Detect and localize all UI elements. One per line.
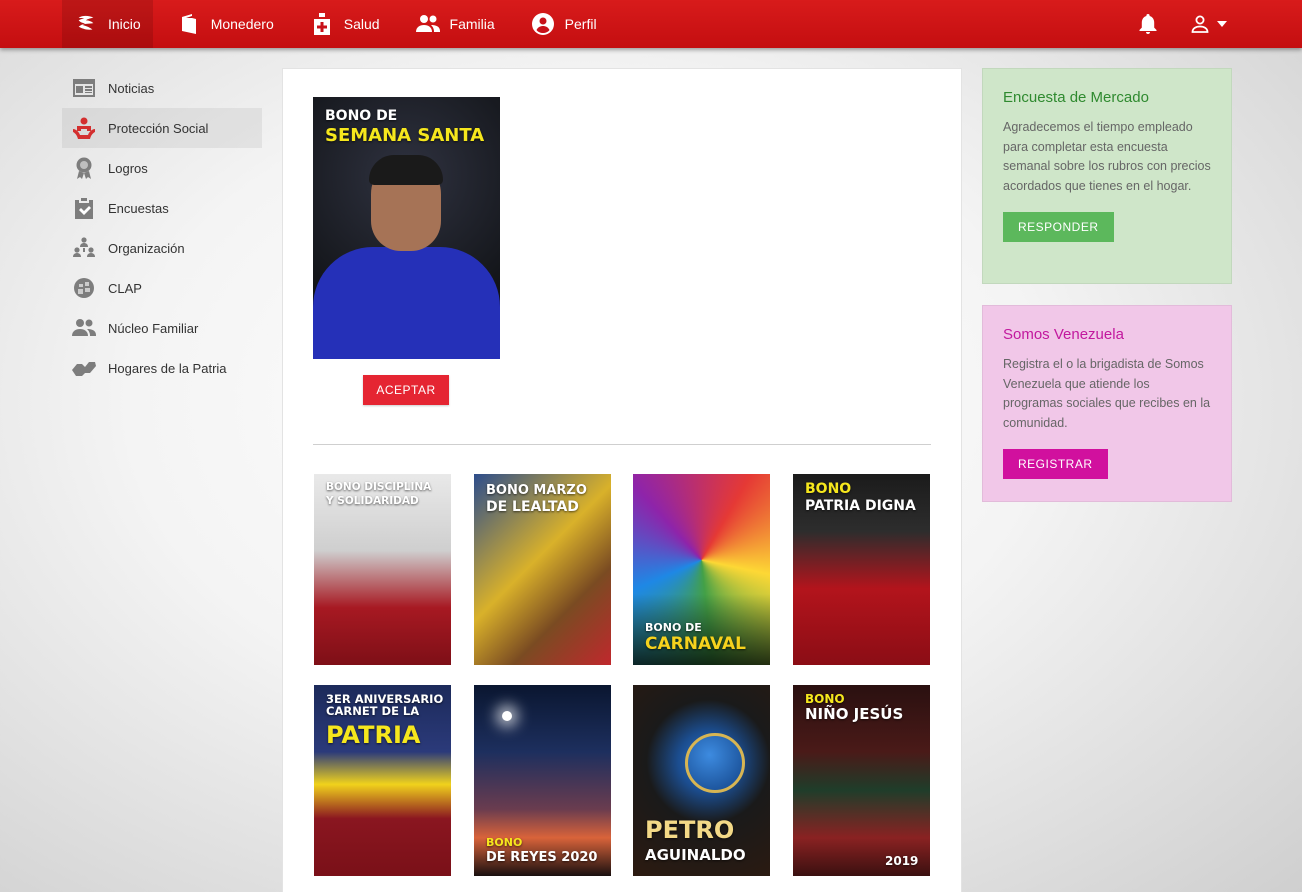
card-title: Encuesta de Mercado <box>1003 89 1149 106</box>
person-illustration <box>369 155 443 185</box>
poster-title-line1: BONO <box>805 481 852 497</box>
poster-title-line2: SEMANA SANTA <box>325 125 485 146</box>
poster-title-line1: BONO MARZO <box>486 483 587 498</box>
poster-title-line2: Y SOLIDARIDAD <box>326 495 419 507</box>
poster-bono-marzo[interactable]: BONO MARZO DE LEALTAD <box>474 474 611 665</box>
poster-title-line1: BONO DE <box>325 108 398 124</box>
sidebar-item-nucleo-familiar[interactable]: Núcleo Familiar <box>62 308 262 348</box>
poster-title-line1: BONO <box>486 836 523 849</box>
sidebar-item-noticias[interactable]: Noticias <box>62 68 262 108</box>
profile-icon <box>531 12 555 36</box>
poster-bono-patria-digna[interactable]: BONO PATRIA DIGNA <box>793 474 930 665</box>
sidebar-item-label: Encuestas <box>108 200 169 216</box>
poster-aniversario-carnet[interactable]: 3ER ANIVERSARIO CARNET DE LA PATRIA <box>314 685 451 876</box>
person-illustration <box>313 247 500 359</box>
sidebar-item-clap[interactable]: CLAP <box>62 268 262 308</box>
poster-bono-carnaval[interactable]: BONO DE CARNAVAL <box>633 474 770 665</box>
main-content: BONO DE SEMANA SANTA ACEPTAR BONO DISCIP… <box>282 68 962 892</box>
wallet-icon <box>177 12 201 36</box>
nav-perfil[interactable]: Perfil <box>519 0 609 48</box>
petro-ornament-icon <box>685 733 745 793</box>
nav-salud[interactable]: Salud <box>298 0 392 48</box>
nav-familia[interactable]: Familia <box>404 0 507 48</box>
poster-title-line2: NIÑO JESÚS <box>805 705 904 723</box>
news-icon <box>72 76 96 100</box>
sidebar-item-label: Núcleo Familiar <box>108 320 199 336</box>
sidebar-item-label: Logros <box>108 160 148 176</box>
top-navbar: Inicio Monedero Salud Familia Perfil <box>0 0 1302 48</box>
poster-title-line1: BONO DISCIPLINA <box>326 481 432 493</box>
sidebar-item-label: Protección Social <box>108 120 209 136</box>
card-text: Registra el o la brigadista de Somos Ven… <box>1003 357 1211 430</box>
poster-title-line2: PATRIA <box>326 721 421 749</box>
sidebar-item-label: Organización <box>108 240 185 256</box>
family-nucleus-icon <box>72 316 96 340</box>
poster-petro-aguinaldo[interactable]: PETRO AGUINALDO <box>633 685 770 876</box>
sidebar-item-organizacion[interactable]: Organización <box>62 228 262 268</box>
patria-logo-icon <box>74 12 98 36</box>
sidebar-item-hogares-de-la-patria[interactable]: Hogares de la Patria <box>62 348 262 388</box>
nav-label: Monedero <box>210 16 274 32</box>
poster-title-line2: PATRIA DIGNA <box>805 498 916 514</box>
clap-icon <box>72 276 96 300</box>
star-icon <box>502 711 512 721</box>
card-text: Agradecemos el tiempo empleado para comp… <box>1003 120 1211 193</box>
sidebar: Noticias Protección Social Logros Encues… <box>62 68 262 388</box>
poster-title-line2: DE LEALTAD <box>486 499 579 515</box>
poster-title-line2: AGUINALDO <box>645 846 746 864</box>
nav-label: Inicio <box>108 16 141 32</box>
nav-label: Familia <box>449 16 495 32</box>
poster-title-line2: DE REYES 2020 <box>486 850 598 865</box>
sidebar-item-label: Noticias <box>108 80 155 96</box>
sidebar-item-label: Hogares de la Patria <box>108 360 227 376</box>
bell-icon[interactable] <box>1128 0 1168 48</box>
market-survey-card: Encuesta de Mercado Agradecemos el tiemp… <box>982 68 1232 284</box>
divider <box>313 444 931 445</box>
nav-monedero[interactable]: Monedero <box>165 0 286 48</box>
account-menu[interactable] <box>1182 0 1236 48</box>
hands-icon <box>72 356 96 380</box>
nav-inicio[interactable]: Inicio <box>62 0 153 48</box>
poster-title-line1: BONO <box>805 692 845 706</box>
social-protection-icon <box>72 116 96 140</box>
family-icon <box>415 12 440 36</box>
poster-bono-nino-jesus[interactable]: BONO NIÑO JESÚS 2019 <box>793 685 930 876</box>
user-icon <box>1191 15 1209 33</box>
sidebar-item-logros[interactable]: Logros <box>62 148 262 188</box>
poster-bono-reyes[interactable]: BONO DE REYES 2020 <box>474 685 611 876</box>
poster-title-line1: PETRO <box>645 816 735 844</box>
nav-label: Perfil <box>564 16 597 32</box>
poster-title-line2: CARNAVAL <box>645 634 746 654</box>
nav-label: Salud <box>343 16 380 32</box>
register-button[interactable]: REGISTRAR <box>1003 449 1108 479</box>
sidebar-item-encuestas[interactable]: Encuestas <box>62 188 262 228</box>
poster-year: 2019 <box>885 854 919 868</box>
organization-icon <box>72 236 96 260</box>
poster-bono-disciplina[interactable]: BONO DISCIPLINA Y SOLIDARIDAD <box>314 474 451 665</box>
respond-button[interactable]: RESPONDER <box>1003 212 1114 242</box>
health-icon <box>310 12 334 36</box>
award-icon <box>72 156 96 180</box>
sidebar-item-proteccion-social[interactable]: Protección Social <box>62 108 262 148</box>
featured-poster[interactable]: BONO DE SEMANA SANTA <box>313 97 500 359</box>
somos-venezuela-card: Somos Venezuela Registra el o la brigadi… <box>982 305 1232 502</box>
poster-title-line1: BONO DE <box>645 621 702 634</box>
sidebar-item-label: CLAP <box>108 280 142 296</box>
accept-button[interactable]: ACEPTAR <box>363 375 449 405</box>
card-title: Somos Venezuela <box>1003 326 1124 343</box>
poster-title-line1: 3ER ANIVERSARIO CARNET DE LA <box>326 692 444 719</box>
chevron-down-icon <box>1217 21 1227 27</box>
survey-icon <box>72 196 96 220</box>
